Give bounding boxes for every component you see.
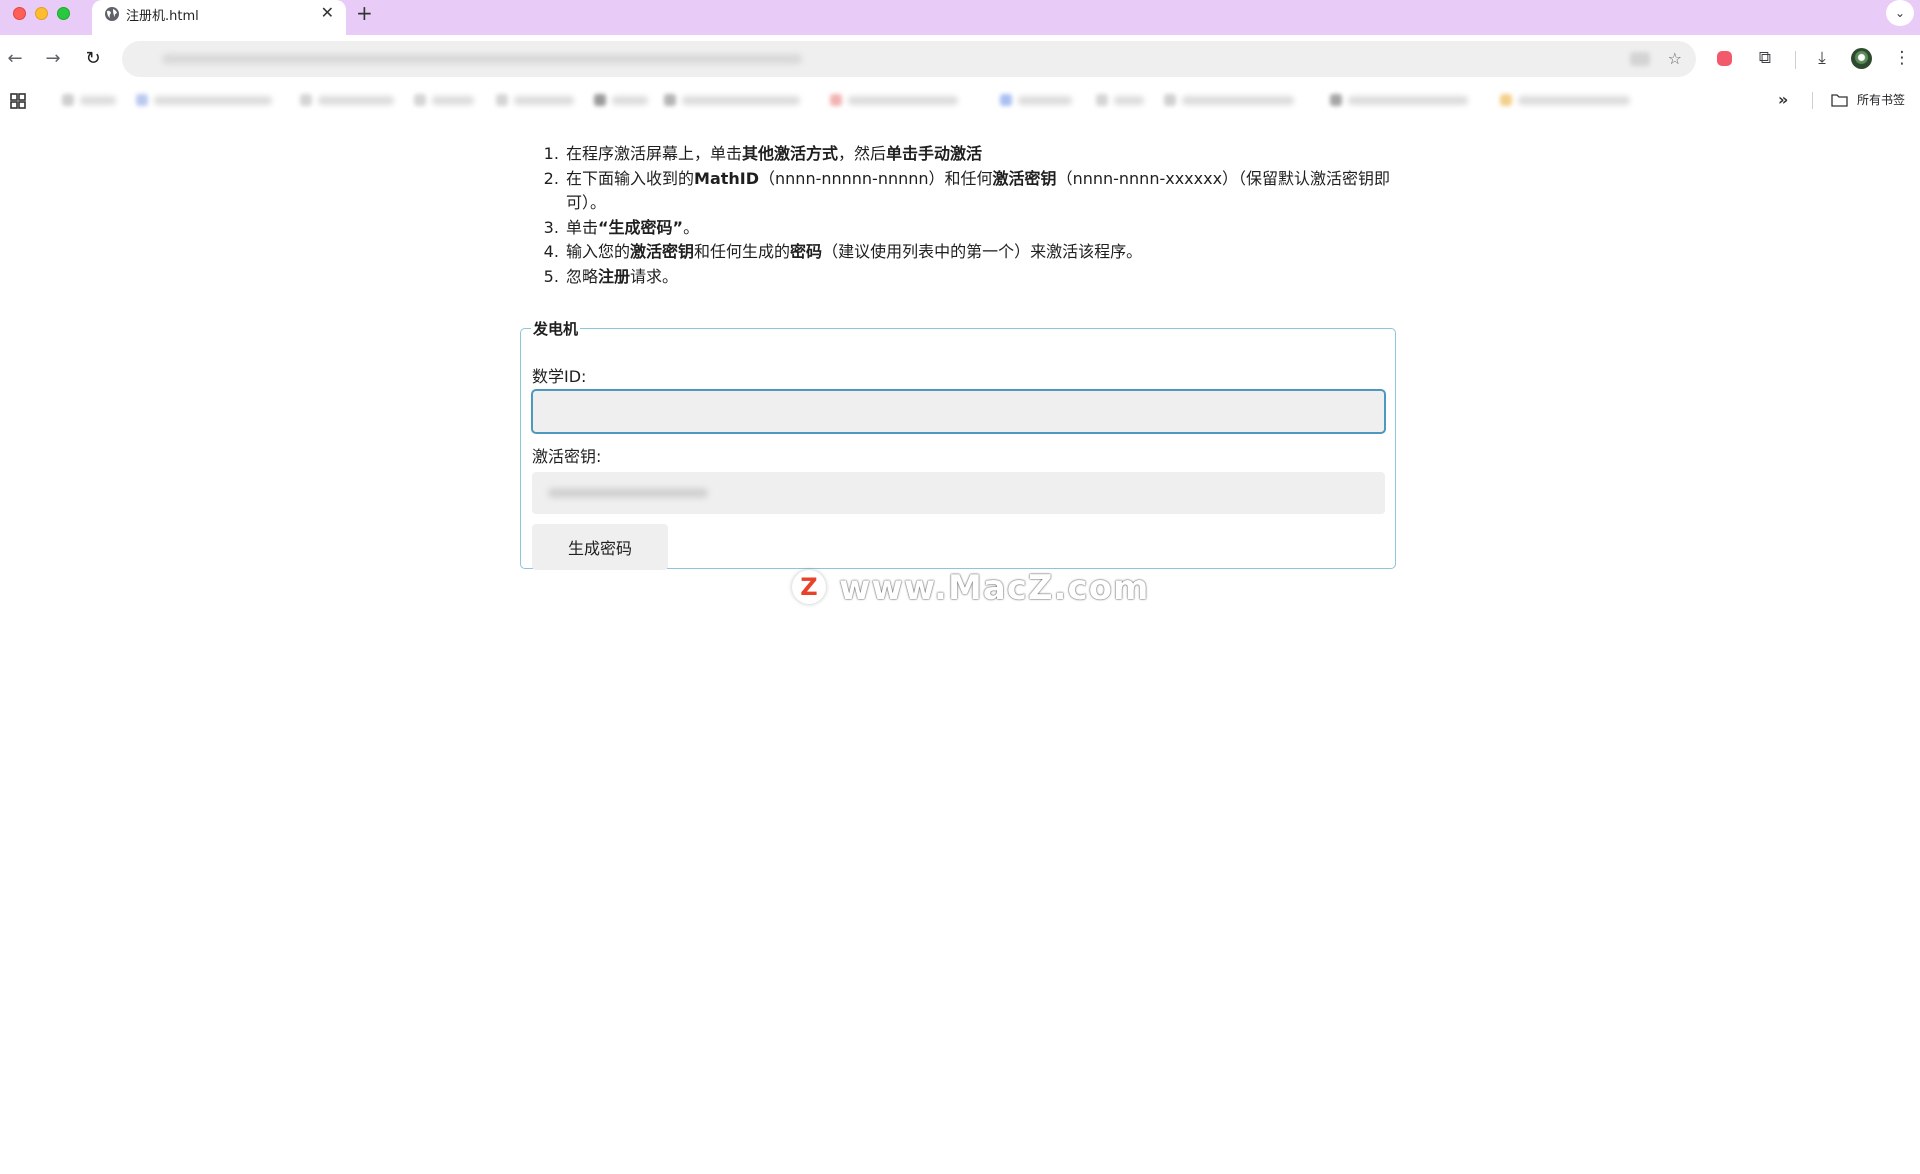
forward-button[interactable]: →	[40, 46, 66, 72]
bookmark-favicon-blurred[interactable]	[1000, 94, 1012, 106]
instruction-text: 单击	[566, 217, 599, 237]
maximize-window-button[interactable]	[57, 7, 70, 20]
activation-key-label: 激活密钥:	[532, 447, 602, 466]
instruction-emphasis: 密码	[790, 242, 823, 261]
bookmark-blurred[interactable]	[514, 96, 574, 105]
instruction-emphasis: 激活密钥	[630, 242, 695, 261]
bookmark-favicon-blurred[interactable]	[1164, 94, 1176, 106]
instruction-emphasis: “生成密码”	[598, 217, 684, 237]
minimize-window-button[interactable]	[35, 7, 48, 20]
instruction-text: （nnnn-nnnnn-nnnnn）和任何	[759, 168, 993, 188]
new-tab-button[interactable]: +	[356, 2, 373, 24]
apps-grid-icon[interactable]	[10, 93, 26, 109]
browser-toolbar: ← → ↻ ☆ ⧉ ⤓ ⋮	[0, 35, 1920, 83]
close-window-button[interactable]	[13, 7, 26, 20]
generator-legend: 发电机	[533, 320, 579, 338]
instruction-text: 请求。	[630, 266, 679, 286]
instruction-text: 和任何生成的	[694, 242, 791, 261]
bookmarks-bar: » 所有书签	[0, 83, 1920, 117]
mathid-input[interactable]	[531, 389, 1386, 434]
globe-icon	[105, 7, 119, 21]
watermark-logo: Z	[792, 570, 826, 604]
instruction-step: 在下面输入收到的MathID（nnnn-nnnnn-nnnnn）和任何激活密钥（…	[564, 167, 1400, 216]
bookmark-favicon-blurred[interactable]	[1330, 94, 1342, 106]
activation-key-value-blurred	[548, 488, 708, 498]
bookmark-star-icon[interactable]: ☆	[1668, 49, 1682, 68]
bookmarks-divider	[1812, 92, 1813, 109]
profile-avatar[interactable]	[1851, 48, 1872, 69]
instruction-emphasis: 其他激活方式	[742, 144, 839, 163]
active-tab[interactable]: 注册机.html ✕	[92, 0, 346, 35]
all-bookmarks-link[interactable]: 所有书签	[1857, 91, 1905, 108]
instruction-text: 在下面输入收到的	[566, 168, 695, 188]
site-info-blurred	[1630, 52, 1650, 66]
menu-kebab-icon[interactable]: ⋮	[1889, 45, 1915, 71]
bookmark-favicon-blurred[interactable]	[414, 94, 426, 106]
bookmark-favicon-blurred[interactable]	[594, 94, 606, 106]
bookmark-blurred[interactable]	[1114, 96, 1144, 105]
bookmark-blurred[interactable]	[432, 96, 474, 105]
bookmark-blurred[interactable]	[612, 96, 648, 105]
bookmark-blurred[interactable]	[154, 96, 272, 105]
more-bookmarks-icon[interactable]: »	[1778, 90, 1788, 109]
instruction-step: 单击“生成密码”。	[564, 216, 1400, 241]
bookmark-blurred[interactable]	[318, 96, 394, 105]
bookmark-blurred[interactable]	[1018, 96, 1072, 105]
instruction-step: 忽略注册请求。	[564, 265, 1400, 290]
instruction-text: （建议使用列表中的第一个）来激活该程序。	[822, 242, 1143, 261]
instruction-text: 输入您的	[566, 242, 631, 261]
bookmark-blurred[interactable]	[682, 96, 800, 105]
bookmark-blurred[interactable]	[1182, 96, 1294, 105]
instruction-emphasis: MathID	[694, 168, 760, 188]
instruction-step: 在程序激活屏幕上，单击其他激活方式，然后单击手动激活	[564, 142, 1400, 167]
bookmark-favicon-blurred[interactable]	[300, 94, 312, 106]
bookmark-favicon-blurred[interactable]	[1500, 94, 1512, 106]
tab-search-button[interactable]: ⌄	[1886, 0, 1914, 26]
activation-key-input[interactable]	[532, 472, 1385, 514]
mathid-label: 数学ID:	[532, 367, 587, 386]
generator-fieldset: 发电机 数学ID: 激活密钥: 生成密码	[520, 318, 1396, 570]
bookmark-blurred[interactable]	[1518, 96, 1630, 105]
watermark-text: www.MacZ.com	[839, 568, 1150, 608]
bookmark-favicon-blurred[interactable]	[62, 94, 74, 106]
extension-red-icon[interactable]	[1717, 51, 1732, 66]
generate-password-button[interactable]: 生成密码	[532, 524, 668, 570]
instruction-step: 输入您的激活密钥和任何生成的密码（建议使用列表中的第一个）来激活该程序。	[564, 240, 1400, 265]
bookmark-blurred[interactable]	[848, 96, 958, 105]
instruction-list: 在程序激活屏幕上，单击其他激活方式，然后单击手动激活在下面输入收到的MathID…	[520, 142, 1400, 289]
instruction-emphasis: 注册	[598, 266, 631, 286]
instruction-text: 在程序激活屏幕上，单击	[566, 144, 743, 163]
tab-strip: 注册机.html ✕ + ⌄	[0, 0, 1920, 35]
folder-icon	[1831, 94, 1848, 107]
bookmark-blurred[interactable]	[80, 96, 116, 105]
toolbar-divider	[1795, 51, 1796, 69]
bookmark-favicon-blurred[interactable]	[1096, 94, 1108, 106]
instruction-text: ，然后	[838, 144, 887, 163]
bookmark-favicon-blurred[interactable]	[664, 94, 676, 106]
bookmark-favicon-blurred[interactable]	[830, 94, 842, 106]
instruction-emphasis: 激活密钥	[992, 168, 1057, 188]
extensions-puzzle-icon[interactable]: ⧉	[1752, 45, 1778, 71]
page-content: 在程序激活屏幕上，单击其他激活方式，然后单击手动激活在下面输入收到的MathID…	[520, 142, 1400, 570]
bookmark-favicon-blurred[interactable]	[496, 94, 508, 106]
download-icon[interactable]: ⤓	[1809, 45, 1835, 71]
back-button[interactable]: ←	[2, 46, 28, 72]
address-text-blurred	[162, 54, 802, 64]
instruction-emphasis: 单击手动激活	[886, 144, 983, 163]
address-bar[interactable]: ☆	[122, 41, 1696, 77]
instruction-text: 。	[683, 217, 700, 237]
reload-button[interactable]: ↻	[80, 46, 106, 72]
tab-close-icon[interactable]: ✕	[321, 4, 334, 22]
tab-title: 注册机.html	[126, 9, 199, 24]
bookmark-blurred[interactable]	[1348, 96, 1468, 105]
instruction-text: 忽略	[566, 266, 599, 286]
bookmark-favicon-blurred[interactable]	[136, 94, 148, 106]
